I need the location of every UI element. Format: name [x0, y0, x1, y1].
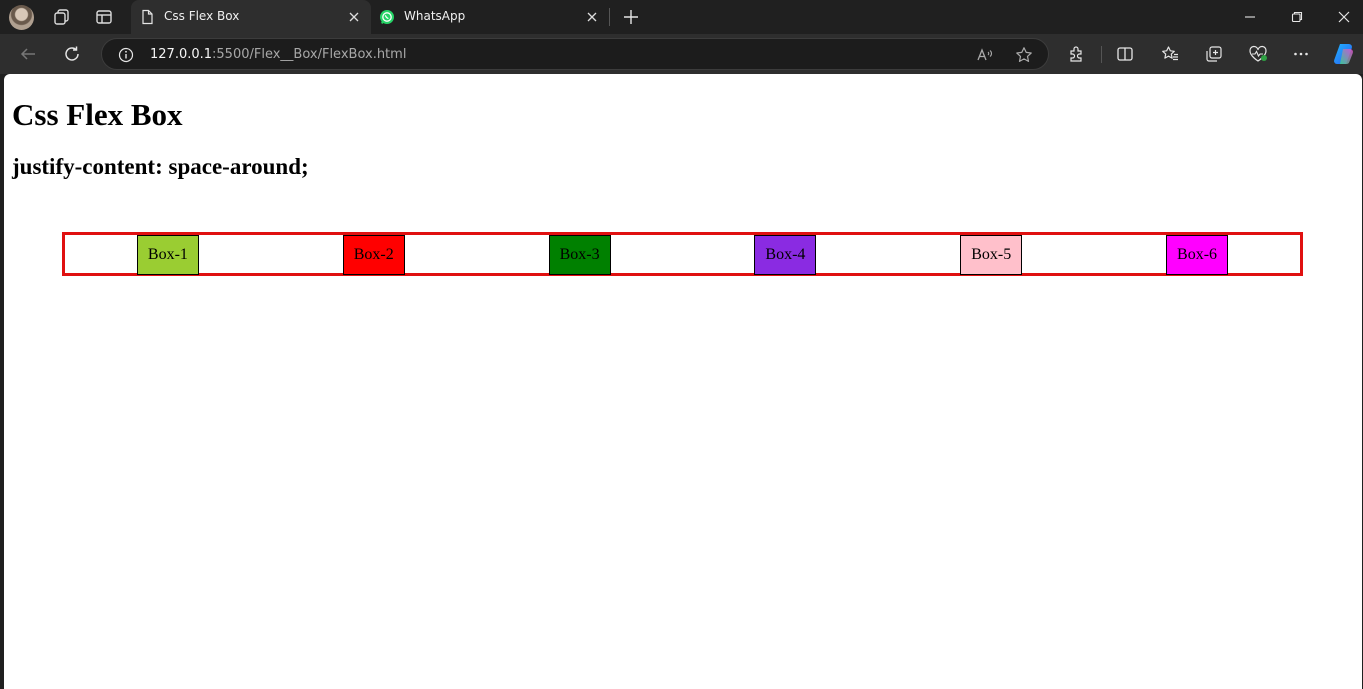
- tab-actions-icon[interactable]: [92, 6, 116, 28]
- close-tab-icon[interactable]: [345, 8, 363, 26]
- address-bar[interactable]: 127.0.0.1:5500/Flex__Box/FlexBox.html: [101, 38, 1049, 70]
- flex-box-3: Box-3: [548, 235, 611, 275]
- favorite-star-icon[interactable]: [1014, 45, 1034, 65]
- flex-box-4: Box-4: [754, 235, 817, 275]
- collections-icon[interactable]: [1201, 42, 1227, 66]
- page-viewport: Css Flex Box justify-content: space-arou…: [4, 74, 1362, 689]
- restore-icon[interactable]: [1283, 4, 1311, 30]
- more-options-icon[interactable]: [1288, 42, 1314, 66]
- page-subtitle: justify-content: space-around;: [12, 154, 309, 179]
- tab-title: WhatsApp: [404, 9, 466, 23]
- page-title: Css Flex Box: [12, 97, 183, 132]
- browser-essentials-icon[interactable]: [1245, 42, 1271, 66]
- page-icon: [139, 9, 155, 25]
- url-text[interactable]: 127.0.0.1:5500/Flex__Box/FlexBox.html: [150, 47, 406, 62]
- read-aloud-icon[interactable]: [975, 45, 995, 65]
- flex-box-1: Box-1: [136, 235, 199, 275]
- flex-box-2: Box-2: [342, 235, 405, 275]
- tab-css-flex-box[interactable]: Css Flex Box: [131, 0, 371, 34]
- tab-strip: Css Flex Box WhatsApp: [0, 0, 1363, 34]
- new-tab-icon[interactable]: [620, 6, 642, 28]
- copilot-icon[interactable]: [1330, 40, 1358, 68]
- tab-title: Css Flex Box: [164, 9, 240, 23]
- tab-whatsapp[interactable]: WhatsApp: [371, 0, 609, 34]
- refresh-icon[interactable]: [59, 42, 85, 66]
- favorites-icon[interactable]: [1157, 42, 1183, 66]
- tab-separator: [609, 8, 610, 26]
- minimize-icon[interactable]: [1236, 4, 1264, 30]
- whatsapp-icon: [379, 9, 395, 25]
- flex-container: Box-1 Box-2 Box-3 Box-4 Box-5 Box-6: [62, 232, 1303, 276]
- workspaces-icon[interactable]: [50, 6, 74, 28]
- extensions-icon[interactable]: [1064, 42, 1090, 66]
- toolbar-divider: [1101, 46, 1102, 63]
- back-icon[interactable]: [15, 42, 41, 66]
- url-path: :5500/Flex__Box/FlexBox.html: [212, 47, 407, 62]
- flex-box-5: Box-5: [960, 235, 1023, 275]
- close-window-icon[interactable]: [1330, 4, 1358, 30]
- url-host: 127.0.0.1: [150, 47, 213, 62]
- profile-avatar[interactable]: [9, 5, 34, 30]
- close-tab-icon[interactable]: [583, 8, 601, 26]
- browser-toolbar: 127.0.0.1:5500/Flex__Box/FlexBox.html: [0, 34, 1363, 74]
- flex-box-6: Box-6: [1166, 235, 1229, 275]
- site-info-icon[interactable]: [116, 45, 136, 65]
- split-screen-icon[interactable]: [1112, 42, 1138, 66]
